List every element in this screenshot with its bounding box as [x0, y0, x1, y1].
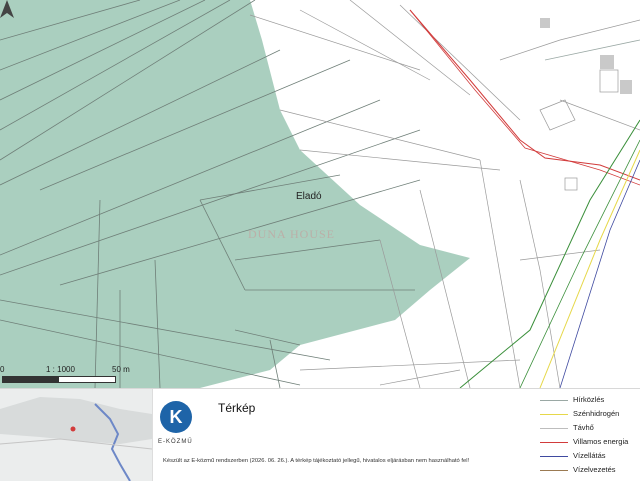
legend-label: Szénhidrogén — [573, 409, 619, 418]
legend-swatch — [540, 400, 568, 401]
disclaimer-text: Készült az E-közmű rendszerben (2026. 06… — [163, 458, 538, 464]
scale-ruler — [2, 376, 116, 383]
e-kozmu-logo: K — [160, 401, 192, 433]
legend-label: Vízellátás — [573, 451, 606, 460]
legend-label: Vízelvezetés — [573, 465, 616, 474]
legend-swatch — [540, 456, 568, 457]
scale-segment-dark — [3, 377, 59, 382]
utility-legend: Hírközlés Szénhidrogén Távhő Villamos energ… — [540, 395, 640, 479]
map-title: Térkép — [218, 401, 255, 415]
legend-swatch — [540, 470, 568, 471]
legend-item: Vízellátás — [540, 451, 640, 463]
logo-caption: E-KÖZMŰ — [158, 439, 193, 445]
legend-label: Távhő — [573, 423, 594, 432]
legend-swatch — [540, 428, 568, 429]
legend-item: Vízelvezetés — [540, 465, 640, 477]
legend-item: Villamos energia — [540, 437, 640, 449]
legend-swatch — [540, 442, 568, 443]
legend-item: Szénhidrogén — [540, 409, 640, 421]
legend-item: Hírközlés — [540, 395, 640, 407]
scale-segment-light — [59, 377, 115, 382]
cadastral-map[interactable]: Eladó DUNA HOUSE 0 1 : 1000 50 m — [0, 0, 640, 388]
overview-minimap[interactable] — [0, 389, 153, 481]
legend-swatch — [540, 414, 568, 415]
minimap-canvas — [0, 389, 152, 481]
legend-label: Hírközlés — [573, 395, 604, 404]
scale-label-ratio: 1 : 1000 — [46, 365, 75, 374]
area-label: Eladó — [296, 191, 322, 202]
scale-bar: 0 1 : 1000 50 m — [0, 362, 140, 386]
watermark: DUNA HOUSE — [248, 227, 335, 242]
legend-label: Villamos energia — [573, 437, 628, 446]
scale-label-end: 50 m — [112, 365, 130, 374]
north-arrow-icon — [0, 0, 14, 18]
legend-item: Távhő — [540, 423, 640, 435]
scale-label-start: 0 — [0, 365, 4, 374]
info-panel: K E-KÖZMŰ Térkép Készült az E-közmű rend… — [0, 388, 640, 481]
